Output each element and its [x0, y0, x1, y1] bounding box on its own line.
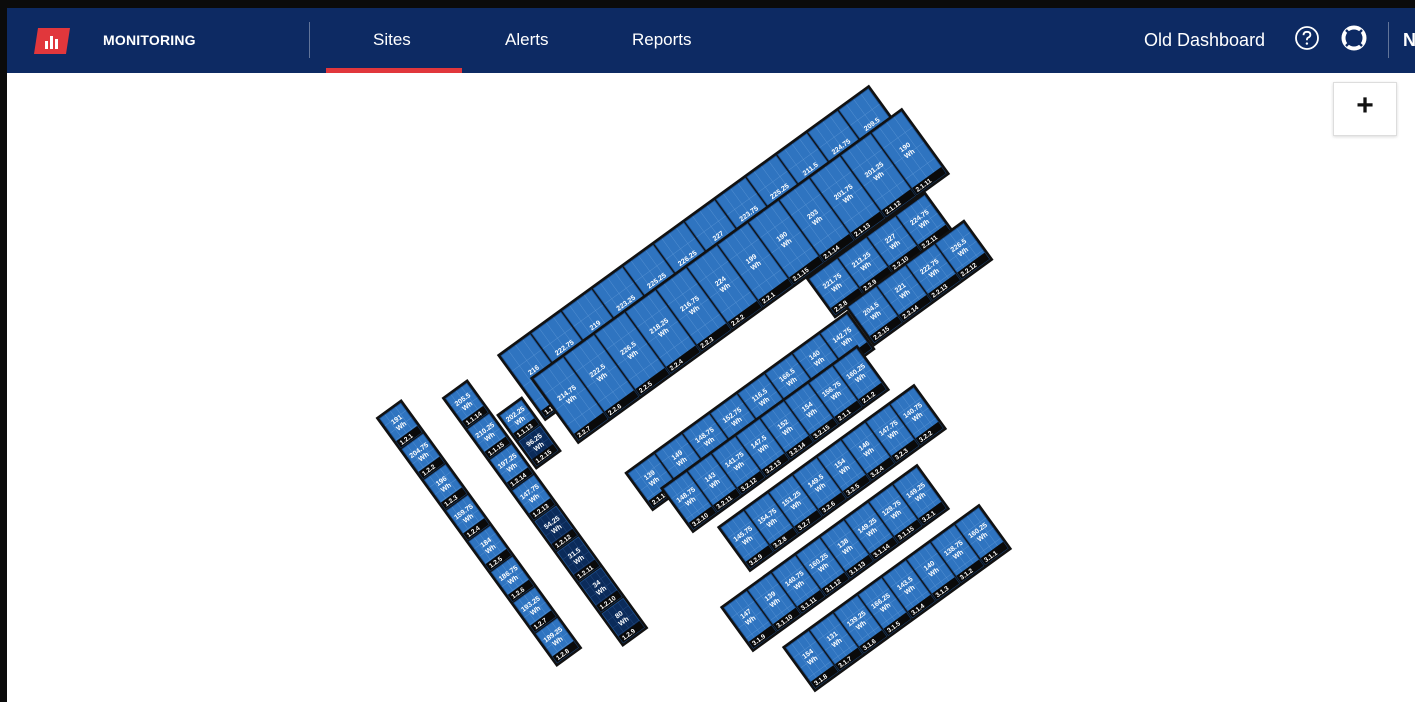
tab-sites[interactable]: Sites	[373, 30, 411, 50]
app-window: MONITORING Sites Alerts Reports Old Dash…	[7, 8, 1415, 702]
user-menu-clipped[interactable]: N	[1403, 30, 1415, 51]
tab-alerts[interactable]: Alerts	[505, 30, 548, 50]
old-dashboard-link[interactable]: Old Dashboard	[1144, 30, 1265, 51]
panel-layout-canvas[interactable]: 1.1.1216Wh1.1.2222.75Wh1.1.3219Wh1.1.422…	[7, 73, 1415, 702]
nav-divider	[309, 22, 310, 58]
header-divider	[1388, 22, 1389, 58]
app-brand-label: MONITORING	[103, 32, 196, 48]
site-layout-map[interactable]: 1.1.1216Wh1.1.2222.75Wh1.1.3219Wh1.1.422…	[7, 73, 1415, 702]
lifebuoy-icon[interactable]	[1341, 25, 1367, 51]
zoom-in-button[interactable]: +	[1333, 82, 1397, 136]
tab-reports[interactable]: Reports	[632, 30, 692, 50]
help-circle-icon[interactable]	[1294, 25, 1320, 51]
logo-icon[interactable]	[34, 28, 70, 54]
plus-icon: +	[1356, 89, 1374, 122]
top-navigation-bar: MONITORING Sites Alerts Reports Old Dash…	[7, 8, 1415, 73]
